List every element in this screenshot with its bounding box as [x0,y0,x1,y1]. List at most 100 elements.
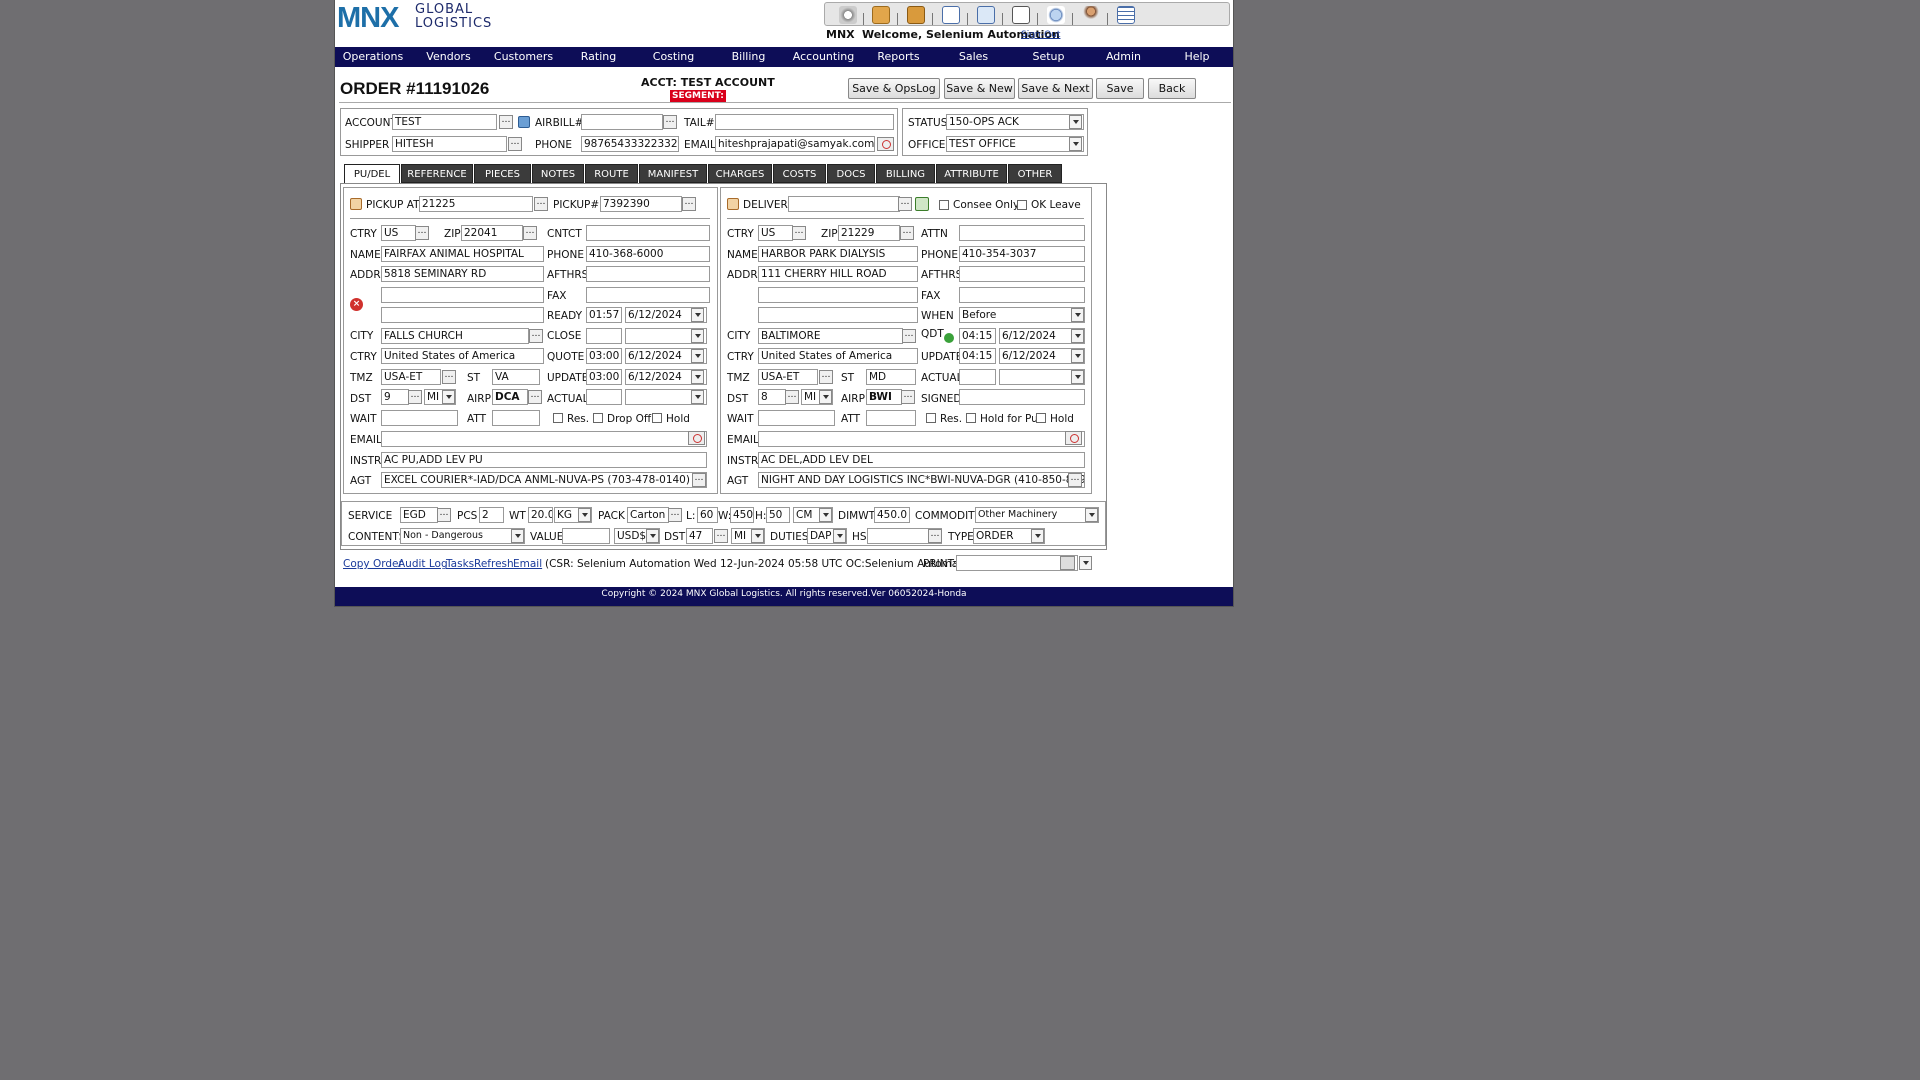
distance-input[interactable]: 47 [686,528,713,544]
pickup-fax-input[interactable] [586,287,710,303]
menu-accounting[interactable]: Accounting [786,47,861,67]
menu-sales[interactable]: Sales [936,47,1011,67]
save-new-button[interactable]: Save & New [944,78,1015,99]
chevron-down-icon[interactable] [751,529,764,543]
save-button[interactable]: Save [1096,78,1144,99]
timer-icon[interactable] [839,6,857,24]
delivery-res-checkbox[interactable] [926,413,936,423]
back-button[interactable]: Back [1148,78,1196,99]
delivery-city-lookup-button[interactable]: … [902,329,916,343]
refresh-link[interactable]: Refresh [474,558,514,570]
email-compose-icon[interactable] [688,431,705,445]
delivery-actual-time[interactable] [959,369,996,385]
account-input[interactable]: TEST [392,114,497,130]
pickup-hold-checkbox[interactable] [652,413,662,423]
pickup-distance-input[interactable]: 9 [381,389,409,405]
pickup-close-time[interactable] [586,328,622,344]
dimweight-input[interactable]: 450.0 [874,507,910,523]
distance-lookup-button[interactable]: … [714,529,728,543]
user-icon[interactable] [1082,6,1100,24]
pickup-address2-input[interactable] [381,287,544,303]
pickup-email-input[interactable] [381,431,707,447]
pack-input[interactable]: Carton L [627,507,669,523]
tab-docs[interactable]: DOCS [827,164,875,183]
pickup-country-name-input[interactable]: United States of America [381,348,544,364]
delivery-agent-input[interactable]: NIGHT AND DAY LOGISTICS INC*BWI-NUVA-DGR… [758,472,1085,488]
pickup-name-input[interactable]: FAIRFAX ANIMAL HOSPITAL [381,246,544,262]
tab-costs[interactable]: COSTS [773,164,826,183]
tab-notes[interactable]: NOTES [532,164,584,183]
delivery-timezone-lookup-button[interactable]: … [819,370,833,384]
pickup-address-icon[interactable] [350,198,362,210]
delivery-airport-input[interactable]: BWI [866,389,902,405]
contents-select[interactable]: Non - Dangerous [400,528,525,544]
add-folder-icon[interactable] [872,6,890,24]
shipper-input[interactable]: HITESH [392,136,507,152]
chevron-down-icon[interactable] [1069,115,1082,129]
pickup-quote-time[interactable]: 03:00 [586,348,622,364]
pickup-timezone-input[interactable]: USA-ET [381,369,441,385]
deliver-lookup-button[interactable]: … [898,197,912,211]
delivery-instructions-input[interactable]: AC DEL,ADD LEV DEL [758,452,1085,468]
pickup-timezone-lookup-button[interactable]: … [442,370,456,384]
delivery-timezone-input[interactable]: USA-ET [758,369,818,385]
delivery-att-input[interactable] [866,410,916,426]
search-people-icon[interactable] [1047,6,1065,24]
tab-pieces[interactable]: PIECES [474,164,531,183]
chevron-down-icon[interactable] [511,529,524,543]
chevron-down-icon[interactable] [1071,329,1084,343]
chevron-down-icon[interactable] [1071,349,1084,363]
hs-lookup-button[interactable]: … [928,529,942,543]
delivery-city-input[interactable]: BALTIMORE [758,328,903,344]
pickup-at-input[interactable]: 21225 [419,196,533,212]
pickup-zip-lookup-button[interactable]: … [523,226,537,240]
clear-address-icon[interactable]: × [350,298,363,311]
delivery-name-input[interactable]: HARBOR PARK DIALYSIS [758,246,918,262]
tab-route[interactable]: ROUTE [585,164,638,183]
chevron-down-icon[interactable] [691,349,704,363]
ok-leave-checkbox[interactable] [1017,200,1027,210]
pickup-res-checkbox[interactable] [553,413,563,423]
tab-attribute[interactable]: ATTRIBUTE [936,164,1007,183]
pickup-wait-input[interactable] [381,410,458,426]
chevron-down-icon[interactable] [1079,556,1092,570]
audit-log-link[interactable]: Audit Log [398,558,448,570]
delivery-address2-input[interactable] [758,287,918,303]
deliver-input[interactable] [788,196,900,212]
delivery-country-name-input[interactable]: United States of America [758,348,918,364]
pickup-at-lookup-button[interactable]: … [534,197,548,211]
tab-billing[interactable]: BILLING [876,164,935,183]
service-lookup-button[interactable]: … [437,508,451,522]
pickup-zip-input[interactable]: 22041 [461,225,523,241]
menu-vendors[interactable]: Vendors [411,47,486,67]
chevron-down-icon[interactable] [1069,137,1082,151]
airbill-input[interactable] [581,114,663,130]
delivery-email-input[interactable] [758,431,1085,447]
pickup-update-time[interactable]: 03:00 [586,369,622,385]
airbill-lookup-button[interactable]: … [663,115,677,129]
chevron-down-icon[interactable] [691,390,704,404]
chevron-down-icon[interactable] [819,508,832,522]
shipper-lookup-button[interactable]: … [508,137,522,151]
chevron-down-icon[interactable] [1071,370,1084,384]
menu-help[interactable]: Help [1161,47,1233,67]
declared-value-input[interactable] [562,528,610,544]
document-icon[interactable] [1012,6,1030,24]
email-link[interactable]: Email [513,558,542,570]
delivery-when-select[interactable]: Before [959,307,1085,323]
pickup-agent-input[interactable]: EXCEL COURIER*-IAD/DCA ANML-NUVA-PS (703… [381,472,707,488]
tab-reference[interactable]: REFERENCE [401,164,473,183]
pickup-address-input[interactable]: 5818 SEMINARY RD [381,266,544,282]
chevron-down-icon[interactable] [691,370,704,384]
chevron-down-icon[interactable] [442,390,455,404]
pickup-state-input[interactable]: VA [492,369,540,385]
email-input[interactable]: hiteshprajapati@samyak.com,urvas [715,136,875,152]
open-folder-icon[interactable] [907,6,925,24]
chevron-down-icon[interactable] [691,308,704,322]
tasks-link[interactable]: Tasks [446,558,474,570]
tab-charges[interactable]: CHARGES [708,164,772,183]
delivery-afthrs-input[interactable] [959,266,1085,282]
length-input[interactable]: 60 [697,507,718,523]
office-select[interactable]: TEST OFFICE [946,136,1084,152]
pickup-actual-time[interactable] [586,389,622,405]
